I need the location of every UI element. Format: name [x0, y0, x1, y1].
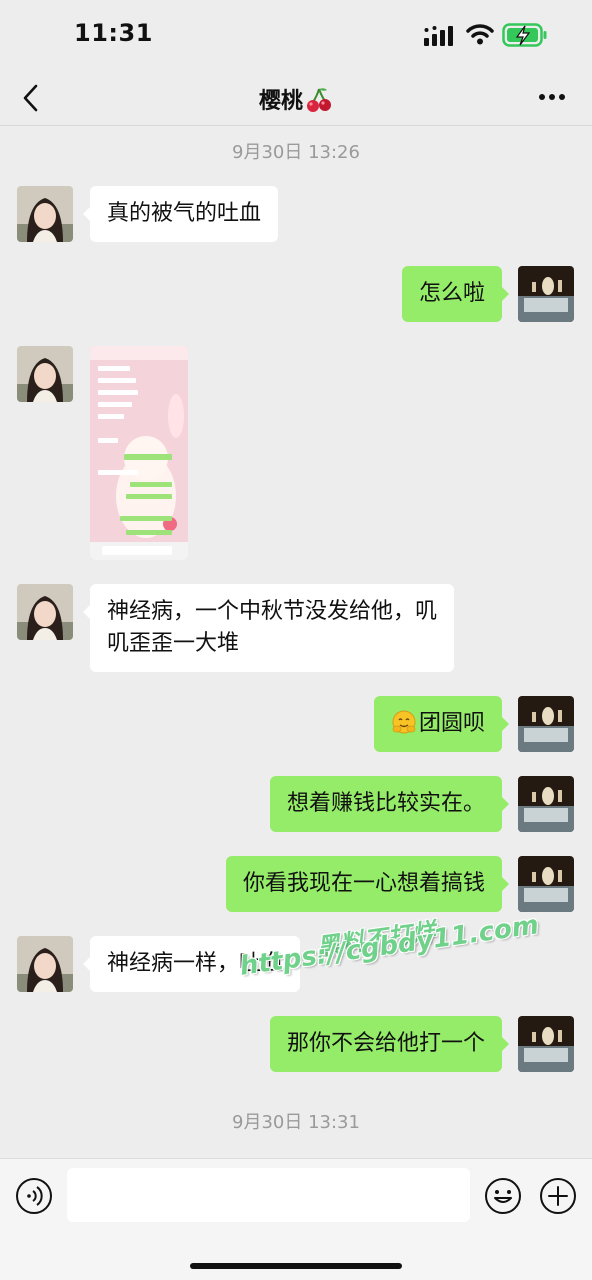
timestamp: 9月30日 13:26 — [232, 142, 360, 163]
plus-more-icon[interactable] — [539, 1177, 577, 1215]
contact-avatar[interactable] — [17, 584, 73, 640]
chat-title: 樱桃 — [0, 83, 592, 115]
more-options-icon[interactable] — [538, 92, 566, 102]
message-bubble-incoming[interactable]: 神经病，一个中秋节没发给他，叽 叽歪歪一大堆 — [82, 584, 455, 672]
message-bubble-incoming[interactable]: 真的被气的吐血 — [82, 186, 279, 242]
message-bubble-outgoing[interactable]: 想着赚钱比较实在。 — [269, 776, 510, 832]
battery-charging-icon — [502, 23, 547, 47]
wifi-icon — [466, 24, 494, 45]
chat-screenshot-image[interactable] — [90, 346, 188, 560]
my-avatar[interactable] — [518, 1016, 574, 1072]
contact-name: 樱桃 — [258, 89, 303, 114]
message-text-line: 叽歪歪一大堆 — [107, 631, 240, 656]
emoji-picker-icon[interactable] — [484, 1177, 522, 1215]
timestamp: 9月30日 13:31 — [232, 1112, 360, 1133]
message-bubble-outgoing[interactable]: 团圆呗 — [373, 696, 510, 752]
home-indicator[interactable] — [190, 1263, 402, 1269]
message-bubble-outgoing[interactable]: 你看我现在一心想着搞钱 — [225, 856, 510, 912]
chat-header: 樱桃 — [0, 70, 592, 126]
contact-avatar[interactable] — [17, 346, 73, 402]
message-text: 那你不会给他打一个 — [286, 1031, 485, 1056]
message-bubble-outgoing[interactable]: 那你不会给他打一个 — [269, 1016, 510, 1072]
message-text: 想着赚钱比较实在。 — [286, 791, 485, 816]
message-bubble-outgoing[interactable]: 怎么啦 — [401, 266, 510, 322]
my-avatar[interactable] — [518, 696, 574, 752]
input-bar — [0, 1158, 592, 1280]
my-avatar[interactable] — [518, 856, 574, 912]
message-text: 怎么啦 — [418, 281, 485, 306]
message-text-line: 神经病，一个中秋节没发给他，叽 — [107, 599, 438, 624]
contact-avatar[interactable] — [17, 936, 73, 992]
voice-input-icon[interactable] — [15, 1177, 53, 1215]
status-bar: 11:31 — [0, 0, 592, 70]
my-avatar[interactable] — [518, 266, 574, 322]
message-text: 真的被气的吐血 — [107, 201, 262, 226]
message-text: 你看我现在一心想着搞钱 — [242, 871, 485, 896]
contact-avatar[interactable] — [17, 186, 73, 242]
status-time: 11:31 — [74, 19, 153, 47]
message-text: 团圆呗 — [418, 711, 485, 736]
signal-icon — [424, 26, 453, 46]
hugging-face-icon — [392, 710, 416, 734]
cherry-icon — [307, 88, 331, 112]
my-avatar[interactable] — [518, 776, 574, 832]
message-input[interactable] — [67, 1168, 470, 1222]
